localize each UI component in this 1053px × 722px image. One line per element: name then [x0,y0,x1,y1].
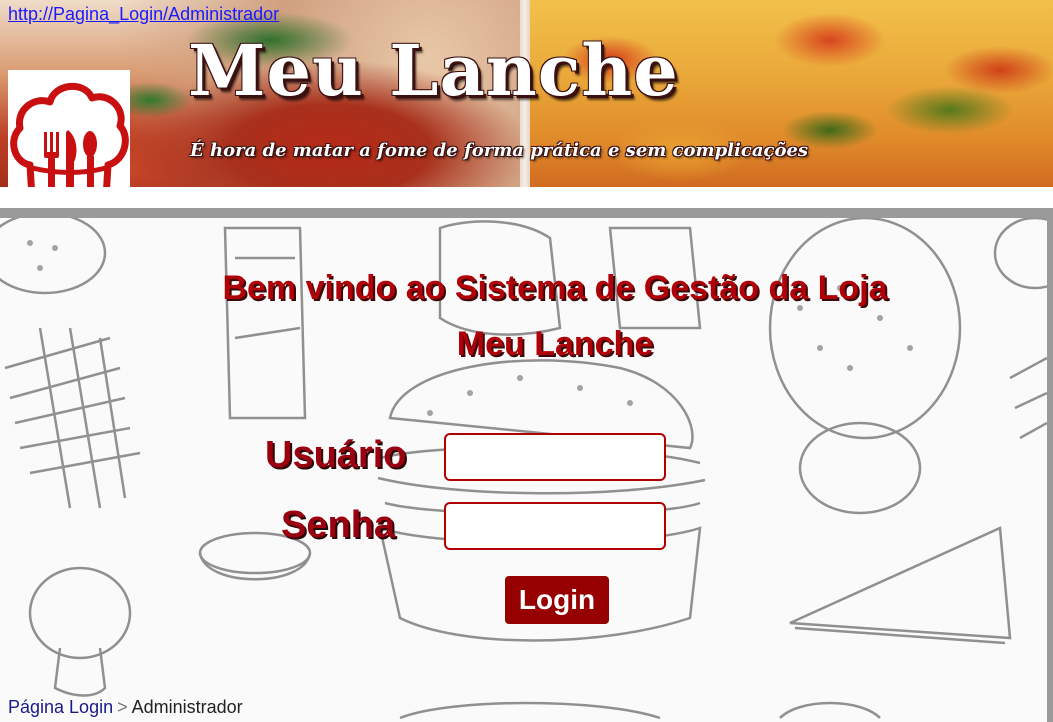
breadcrumb-separator: > [117,697,128,717]
username-input[interactable] [444,433,666,481]
brand-slogan: É hora de matar a fome de forma prática … [190,140,809,161]
header-banner: Meu Lanche É hora de matar a fome de for… [0,0,1053,187]
password-input[interactable] [444,502,666,550]
username-label: Usuário [265,434,407,476]
login-button[interactable]: Login [505,576,609,624]
page: Meu Lanche É hora de matar a fome de for… [0,0,1053,722]
chef-hat-cutlery-icon [8,70,130,187]
address-link[interactable]: http://Pagina_Login/Administrador [8,4,279,25]
brand-title: Meu Lanche [188,29,679,112]
password-label: Senha [281,504,396,546]
welcome-title-line1: Bem vindo ao Sistema de Gestão da Loja [222,269,888,307]
login-panel: Bem vindo ao Sistema de Gestão da Loja M… [0,208,1053,722]
breadcrumb-current: Administrador [131,697,243,717]
breadcrumb-link-login[interactable]: Página Login [8,697,113,717]
welcome-title-line2: Meu Lanche [456,325,654,363]
breadcrumb: Página Login > Administrador [8,697,243,718]
welcome-title: Bem vindo ao Sistema de Gestão da Loja M… [0,260,1047,372]
